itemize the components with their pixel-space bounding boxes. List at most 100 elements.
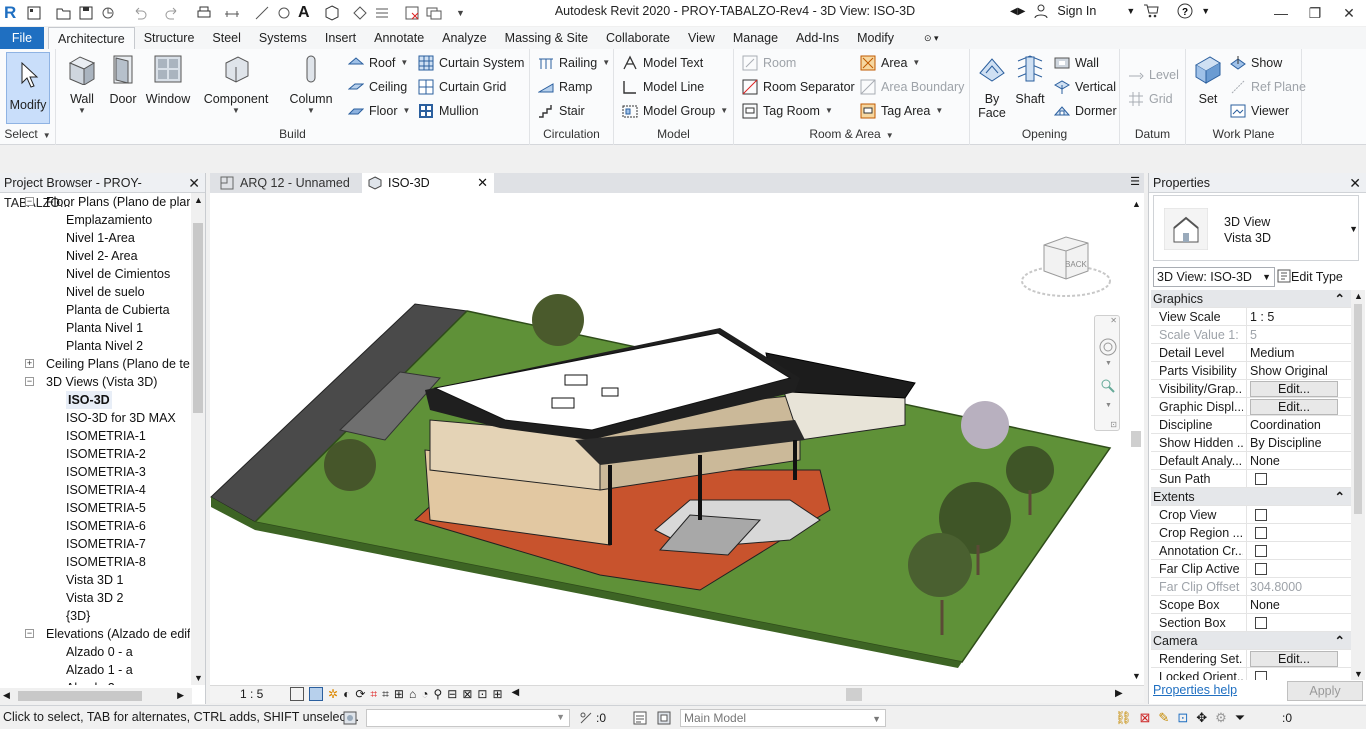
tab-massing-site[interactable]: Massing & Site <box>496 27 597 49</box>
tree-view-item[interactable]: Planta de Cubierta <box>66 301 170 319</box>
collapse-group-icon[interactable]: ⌃ <box>1335 290 1345 308</box>
drag-on-selection-icon[interactable]: ✥ <box>1196 710 1207 726</box>
sync-icon[interactable] <box>100 5 116 21</box>
property-value[interactable]: Medium <box>1246 344 1349 362</box>
tree-view-item[interactable]: ISOMETRIA-5 <box>66 499 146 517</box>
tree-view-item[interactable]: Emplazamiento <box>66 211 152 229</box>
properties-vertical-scrollbar[interactable]: ▲ ▼ <box>1351 290 1365 680</box>
property-edit-button[interactable]: Edit... <box>1250 399 1338 415</box>
zoom-dropdown-icon[interactable]: ▼ <box>1105 402 1112 409</box>
3d-viewport[interactable]: BACK ✕ ▼ ▼ ⊡ <box>210 193 1128 685</box>
sign-in-link[interactable]: Sign In <box>1057 4 1096 18</box>
home-icon[interactable] <box>26 5 42 21</box>
ribbon-minimize-toggle[interactable]: ⊙ ▾ <box>915 27 948 49</box>
property-value[interactable]: None <box>1246 596 1349 614</box>
open-icon[interactable] <box>56 5 72 21</box>
tab-structure[interactable]: Structure <box>135 27 204 49</box>
tree-view-item[interactable]: ISOMETRIA-7 <box>66 535 146 553</box>
hide-isolate-icon[interactable]: ⌂ <box>409 687 416 702</box>
help-icon[interactable]: ? <box>1177 3 1193 19</box>
nav-bar-close-icon[interactable]: ✕ <box>1110 316 1117 325</box>
tree-view-item[interactable]: {3D} <box>66 607 90 625</box>
detail-level-icon[interactable] <box>290 687 304 701</box>
scroll-right-icon[interactable]: ▶ <box>177 690 184 701</box>
scroll-left-icon[interactable]: ◀ <box>512 687 520 702</box>
tree-view-item[interactable]: Vista 3D 1 <box>66 571 123 589</box>
tab-file[interactable]: File <box>0 27 44 49</box>
collapse-icon[interactable]: − <box>25 629 34 638</box>
properties-close-icon[interactable]: ✕ <box>1349 173 1361 193</box>
tree-view-item[interactable]: Planta Nivel 2 <box>66 337 143 355</box>
print-icon[interactable] <box>196 5 212 21</box>
close-window-icon[interactable]: ✕ <box>1332 0 1366 26</box>
tab-view[interactable]: View <box>679 27 724 49</box>
tree-view-item[interactable]: ISO-3D <box>66 391 112 409</box>
instance-selector[interactable]: 3D View: ISO-3D ▼ <box>1153 267 1275 287</box>
property-checkbox[interactable] <box>1255 527 1267 539</box>
help-dropdown-icon[interactable]: ▼ <box>1201 6 1210 16</box>
component-button[interactable]: Component ▼ <box>202 53 270 115</box>
worksharing-display-icon[interactable]: ⊞ <box>492 687 502 702</box>
show-work-plane-button[interactable]: Show <box>1230 53 1282 73</box>
tree-view-item[interactable]: ISOMETRIA-8 <box>66 553 146 571</box>
view-tab-arq12[interactable]: ARQ 12 - Unnamed <box>214 173 362 193</box>
scroll-right-icon[interactable]: ▶ <box>1115 688 1123 699</box>
zoom-icon[interactable] <box>1100 378 1116 394</box>
scrollbar-thumb[interactable] <box>1354 304 1362 514</box>
door-button[interactable]: Door <box>104 53 142 106</box>
scroll-down-icon[interactable]: ▼ <box>194 673 203 683</box>
type-selector[interactable]: 3D View Vista 3D ▼ <box>1153 195 1359 261</box>
editable-only-icon[interactable] <box>578 710 594 726</box>
tree-view-item[interactable]: ISO-3D for 3D MAX <box>66 409 176 427</box>
scroll-left-icon[interactable]: ◀ <box>3 690 10 701</box>
customize-qat-icon[interactable]: ▼ <box>456 8 465 18</box>
tree-view-item[interactable]: Nivel de Cimientos <box>66 265 170 283</box>
scroll-down-icon[interactable]: ▼ <box>1354 669 1363 679</box>
panel-label-room-area[interactable]: Room & Area ▼ <box>734 127 969 141</box>
render-icon[interactable]: ⟳ <box>355 687 365 702</box>
sign-in-dropdown-icon[interactable]: ▼ <box>1126 6 1135 16</box>
column-button[interactable]: Column ▼ <box>286 53 336 115</box>
scroll-up-icon[interactable]: ▲ <box>1354 291 1363 301</box>
collapse-icon[interactable]: − <box>25 377 34 386</box>
tree-view-item[interactable]: Vista 3D 2 <box>66 589 123 607</box>
set-work-plane-button[interactable]: Set <box>1192 53 1224 106</box>
tag-icon[interactable] <box>276 5 292 21</box>
floor-button[interactable]: Floor ▼ <box>348 101 410 121</box>
tree-view-item[interactable]: Nivel de suelo <box>66 283 145 301</box>
scrollbar-thumb[interactable] <box>193 223 203 413</box>
tab-add-ins[interactable]: Add-Ins <box>787 27 848 49</box>
model-text-button[interactable]: Model Text <box>622 53 703 73</box>
expand-icon[interactable]: + <box>25 359 34 368</box>
view-tab-iso-3d[interactable]: ISO-3D ✕ <box>362 173 494 193</box>
viewer-button[interactable]: Viewer <box>1230 101 1289 121</box>
wall-button[interactable]: Wall ▼ <box>62 53 102 115</box>
active-workset-dropdown[interactable]: ▼ <box>366 709 570 727</box>
select-underlay-icon[interactable]: ⊠ <box>1140 710 1151 726</box>
property-checkbox[interactable] <box>1255 617 1267 629</box>
steering-wheel-icon[interactable] <box>1099 338 1117 356</box>
select-by-face-icon[interactable]: ⊡ <box>1177 710 1188 726</box>
vertical-opening-button[interactable]: Vertical <box>1054 77 1116 97</box>
property-edit-button[interactable]: Edit... <box>1250 381 1338 397</box>
tree-view-item[interactable]: ISOMETRIA-4 <box>66 481 146 499</box>
user-icon[interactable] <box>1033 3 1049 19</box>
scroll-down-icon[interactable]: ▼ <box>1132 671 1141 681</box>
save-icon[interactable] <box>78 5 94 21</box>
nav-bar-options-icon[interactable]: ⊡ <box>1110 420 1117 429</box>
switch-windows-icon[interactable] <box>426 5 442 21</box>
project-browser-close-icon[interactable]: ✕ <box>188 173 200 193</box>
level-button[interactable]: Level <box>1128 65 1179 85</box>
tree-view-item[interactable]: Nivel 1-Area <box>66 229 135 247</box>
horizontal-scrollbar-thumb[interactable] <box>846 688 862 701</box>
measure-icon[interactable] <box>224 5 240 21</box>
curtain-system-button[interactable]: Curtain System <box>418 53 524 73</box>
viewport-vertical-scrollbar[interactable]: ▲ ▼ <box>1128 193 1144 685</box>
property-checkbox[interactable] <box>1255 671 1267 680</box>
filter-icon[interactable]: ⏷ <box>1235 710 1245 726</box>
tree-category[interactable]: 3D Views (Vista 3D) <box>46 373 157 391</box>
model-group-button[interactable]: Model Group ▼ <box>622 101 728 121</box>
property-value[interactable]: By Discipline <box>1246 434 1349 452</box>
property-edit-button[interactable]: Edit... <box>1250 651 1338 667</box>
dormer-opening-button[interactable]: Dormer <box>1054 101 1117 121</box>
